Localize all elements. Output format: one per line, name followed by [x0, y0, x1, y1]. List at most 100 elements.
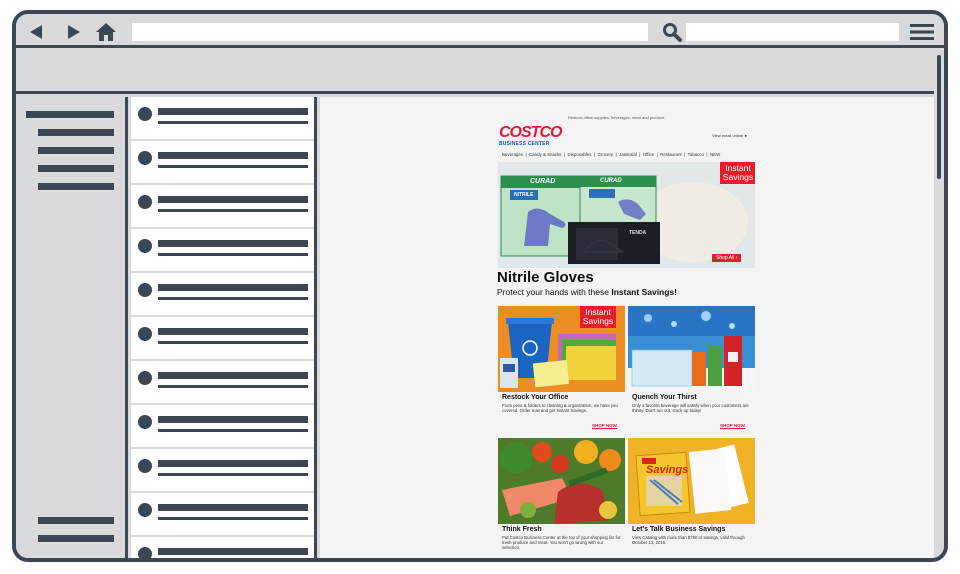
list-item[interactable]	[131, 449, 314, 491]
logo-subtitle: BUSINESS CENTER	[499, 141, 550, 147]
address-bar[interactable]	[132, 23, 648, 41]
category-link[interactable]: Grocery	[597, 152, 613, 157]
fresh-produce-illustration	[498, 438, 625, 524]
hero-subtitle: Protect your hands with these Instant Sa…	[497, 287, 677, 297]
unread-dot	[138, 195, 152, 209]
email-body: Restock office supplies, beverages, meat…	[496, 111, 758, 558]
unread-dot	[138, 547, 152, 558]
unread-dot	[138, 459, 152, 473]
preview-placeholder	[158, 561, 308, 562]
subject-placeholder	[158, 416, 308, 423]
unread-dot	[138, 415, 152, 429]
logo-wordmark: COSTCO	[499, 124, 562, 141]
back-arrow-icon[interactable]	[26, 21, 48, 43]
beverages-illustration	[628, 306, 755, 392]
unread-dot	[138, 283, 152, 297]
subject-placeholder	[158, 548, 308, 555]
unread-dot	[138, 503, 152, 517]
unread-dot	[138, 107, 152, 121]
hero-subtitle-emphasis: Instant Savings!	[611, 287, 677, 297]
business-savings-catalog-image[interactable]: Savings	[628, 438, 755, 524]
nav-item-placeholder[interactable]	[38, 165, 114, 172]
home-icon[interactable]	[95, 21, 117, 43]
subject-placeholder	[158, 328, 308, 335]
office-supplies-image[interactable]: Instant Savings	[498, 306, 625, 392]
category-link[interactable]: Office	[643, 152, 654, 157]
list-item[interactable]	[131, 405, 314, 447]
category-link[interactable]: Tobacco	[688, 152, 704, 157]
list-item[interactable]	[131, 185, 314, 227]
list-item[interactable]	[131, 273, 314, 315]
preview-placeholder	[158, 517, 308, 520]
promo-description: Put Costco Business Center at the top of…	[502, 535, 621, 551]
unread-dot	[138, 239, 152, 253]
list-item[interactable]	[131, 317, 314, 359]
subject-placeholder	[158, 284, 308, 291]
subject-placeholder	[158, 152, 308, 159]
promo-title: Restock Your Office	[502, 394, 569, 401]
list-item[interactable]	[131, 141, 314, 183]
preview-placeholder	[158, 473, 308, 476]
category-link[interactable]: Disposables	[568, 152, 592, 157]
secondary-toolbar	[16, 51, 944, 94]
category-link[interactable]: Restaurant	[660, 152, 681, 157]
nav-footer-item-placeholder[interactable]	[38, 517, 114, 524]
preview-placeholder	[158, 385, 308, 388]
browser-window: Restock office supplies, beverages, meat…	[12, 10, 948, 562]
subject-placeholder	[158, 504, 308, 511]
catalog-illustration	[628, 438, 755, 524]
list-item[interactable]	[131, 97, 314, 139]
vertical-scrollbar[interactable]	[934, 51, 944, 558]
category-link[interactable]: Beverages	[502, 152, 523, 157]
shop-now-link[interactable]: SHOP NOW	[592, 423, 617, 428]
preview-placeholder	[158, 121, 308, 124]
preview-placeholder	[158, 341, 308, 344]
fresh-produce-image[interactable]	[498, 438, 625, 524]
search-icon[interactable]	[661, 21, 683, 43]
unread-dot	[138, 151, 152, 165]
nav-footer-item-placeholder[interactable]	[38, 535, 114, 542]
subject-placeholder	[158, 240, 308, 247]
subject-placeholder	[158, 108, 308, 115]
promo-title: Quench Your Thirst	[632, 394, 697, 401]
promo-description: Only a favorite beverage will satisfy wh…	[632, 403, 749, 414]
forward-arrow-icon[interactable]	[62, 21, 84, 43]
nav-item-placeholder[interactable]	[38, 129, 114, 136]
hero-subtitle-text: Protect your hands with these	[497, 287, 612, 297]
promo-description: View Catalog with more than $750 of savi…	[632, 535, 745, 546]
nav-item-placeholder[interactable]	[38, 183, 114, 190]
preview-placeholder	[158, 429, 308, 432]
category-link[interactable]: NEW	[710, 152, 720, 157]
unread-dot	[138, 371, 152, 385]
category-link[interactable]: Janitorial	[619, 152, 637, 157]
message-list	[131, 97, 317, 562]
beverages-image[interactable]	[628, 306, 755, 392]
list-item[interactable]	[131, 493, 314, 535]
preview-placeholder	[158, 297, 308, 300]
unread-dot	[138, 327, 152, 341]
badge-line: Savings	[582, 316, 614, 326]
product-brand-label-2: CURAD	[600, 178, 622, 184]
preview-placeholder	[158, 165, 308, 168]
search-input[interactable]	[686, 23, 899, 41]
list-item[interactable]	[131, 537, 314, 562]
left-navigation	[16, 97, 128, 558]
hamburger-menu-icon[interactable]	[910, 21, 934, 43]
nav-item-placeholder[interactable]	[38, 147, 114, 154]
subject-placeholder	[158, 460, 308, 467]
costco-logo[interactable]: COSTCO BUSINESS CENTER	[499, 124, 569, 148]
view-online-link[interactable]: View email online ►	[712, 133, 748, 138]
product-brand-label: CURAD	[530, 178, 556, 185]
subject-placeholder	[158, 372, 308, 379]
shop-now-link[interactable]: SHOP NOW	[720, 423, 745, 428]
hero-banner[interactable]: CURAD NITRILE CURAD TENDA Instant Saving…	[498, 162, 755, 268]
instant-savings-badge: Instant Savings	[720, 162, 755, 184]
scrollbar-thumb[interactable]	[937, 55, 941, 179]
list-item[interactable]	[131, 361, 314, 403]
promo-description: From pens & folders to cleaning & organi…	[502, 403, 618, 414]
nav-item-placeholder[interactable]	[26, 111, 114, 118]
browser-toolbar	[16, 14, 944, 48]
shop-all-button[interactable]: Shop All ›	[712, 254, 742, 262]
category-link[interactable]: Candy & Snacks	[529, 152, 561, 157]
list-item[interactable]	[131, 229, 314, 271]
